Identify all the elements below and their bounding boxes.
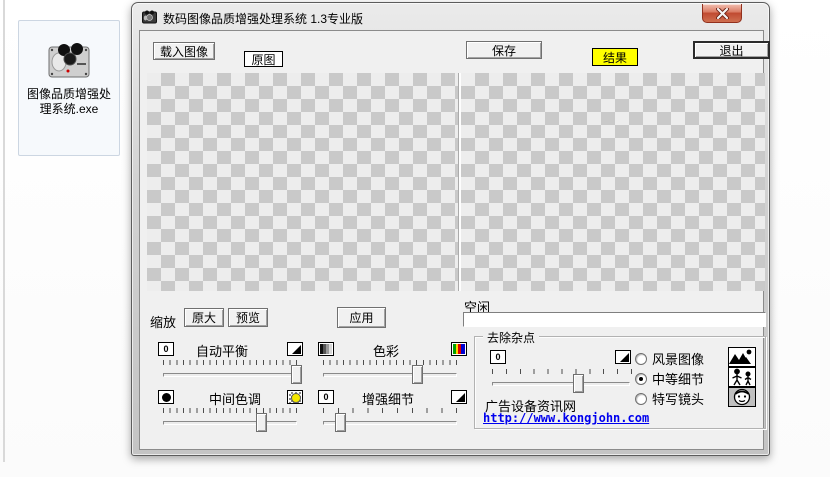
radio-circle-selected[interactable] <box>635 372 647 385</box>
contrast-triangle-icon <box>451 390 467 404</box>
app-window: 数码图像品质增强处理系统 1.3专业版 载入图像 原图 保存 结果 退出 缩放 … <box>131 2 770 456</box>
black-dot-icon <box>158 390 174 404</box>
auto-balance-ticks <box>163 360 298 365</box>
load-image-button[interactable]: 载入图像 <box>153 42 215 60</box>
close-icon <box>715 7 729 19</box>
progress-bar <box>463 312 766 327</box>
detail-slider[interactable] <box>323 413 457 432</box>
color-label: 色彩 <box>373 344 400 359</box>
denoise-groupbox: 去除杂点 0 风景图像 中等细节 特写镜头 广告设备资讯网 http://www… <box>474 329 766 429</box>
zero-icon: 0 <box>490 350 506 364</box>
people-icon <box>728 367 756 387</box>
denoise-group-title: 去除杂点 <box>483 329 540 346</box>
exit-button[interactable]: 退出 <box>693 41 770 59</box>
original-size-button[interactable]: 原大 <box>184 308 224 327</box>
midtone-thumb[interactable] <box>256 413 268 432</box>
zero-icon: 0 <box>318 390 334 404</box>
apply-button[interactable]: 应用 <box>337 307 386 328</box>
midtone-slider[interactable] <box>163 413 297 432</box>
detail-thumb[interactable] <box>334 413 346 432</box>
closeup-face-icon <box>728 387 756 407</box>
close-button[interactable] <box>702 4 742 23</box>
desktop-edge-line <box>3 0 5 462</box>
radio-closeup-label: 特写镜头 <box>652 392 705 407</box>
rgb-icon <box>451 342 467 356</box>
midtone-label: 中间色调 <box>209 392 262 407</box>
contrast-triangle-icon <box>615 350 631 364</box>
original-image-panel <box>147 73 458 291</box>
radio-closeup[interactable]: 特写镜头 <box>635 389 704 408</box>
zoom-label: 缩放 <box>150 315 177 330</box>
dialog-client-area: 载入图像 原图 保存 结果 退出 缩放 原大 预览 应用 空闲 0 自动平衡 色… <box>139 30 770 450</box>
original-image-label: 原图 <box>244 51 283 67</box>
auto-balance-label: 自动平衡 <box>196 344 249 359</box>
color-ticks <box>323 360 458 365</box>
midtone-ticks <box>163 408 298 413</box>
color-slider[interactable] <box>323 365 457 384</box>
landscape-icon <box>728 347 756 367</box>
window-title: 数码图像品质增强处理系统 1.3专业版 <box>163 12 364 26</box>
color-thumb[interactable] <box>412 365 424 384</box>
desktop-shortcut-exe[interactable]: 图像品质增强处 理系统.exe <box>18 20 120 156</box>
denoise-slider[interactable] <box>492 374 630 393</box>
preview-button[interactable]: 预览 <box>228 308 268 327</box>
result-image-panel <box>461 73 765 291</box>
denoise-ticks <box>492 369 633 374</box>
title-bar[interactable]: 数码图像品质增强处理系统 1.3专业版 <box>132 3 769 30</box>
radio-landscape[interactable]: 风景图像 <box>635 349 704 368</box>
app-camera-icon <box>142 10 157 24</box>
site-link[interactable]: http://www.kongjohn.com <box>483 411 649 425</box>
detail-label: 增强细节 <box>362 392 415 407</box>
yellow-sun-icon <box>287 390 303 404</box>
save-button[interactable]: 保存 <box>466 41 542 59</box>
grayscale-icon <box>318 342 334 356</box>
result-label: 结果 <box>592 48 638 66</box>
zero-icon: 0 <box>158 342 174 356</box>
contrast-triangle-icon <box>287 342 303 356</box>
shortcut-label-line1: 图像品质增强处 <box>26 87 111 101</box>
radio-medium-detail-label: 中等细节 <box>652 372 705 387</box>
radio-medium-detail[interactable]: 中等细节 <box>635 369 704 388</box>
radio-circle[interactable] <box>635 352 647 365</box>
radio-landscape-label: 风景图像 <box>652 352 705 367</box>
auto-balance-slider[interactable] <box>163 365 302 384</box>
denoise-thumb[interactable] <box>573 374 585 393</box>
auto-balance-thumb[interactable] <box>290 365 302 384</box>
shortcut-label-line2: 理系统.exe <box>39 102 99 116</box>
radio-circle[interactable] <box>635 392 647 405</box>
camera-app-icon <box>46 39 92 81</box>
